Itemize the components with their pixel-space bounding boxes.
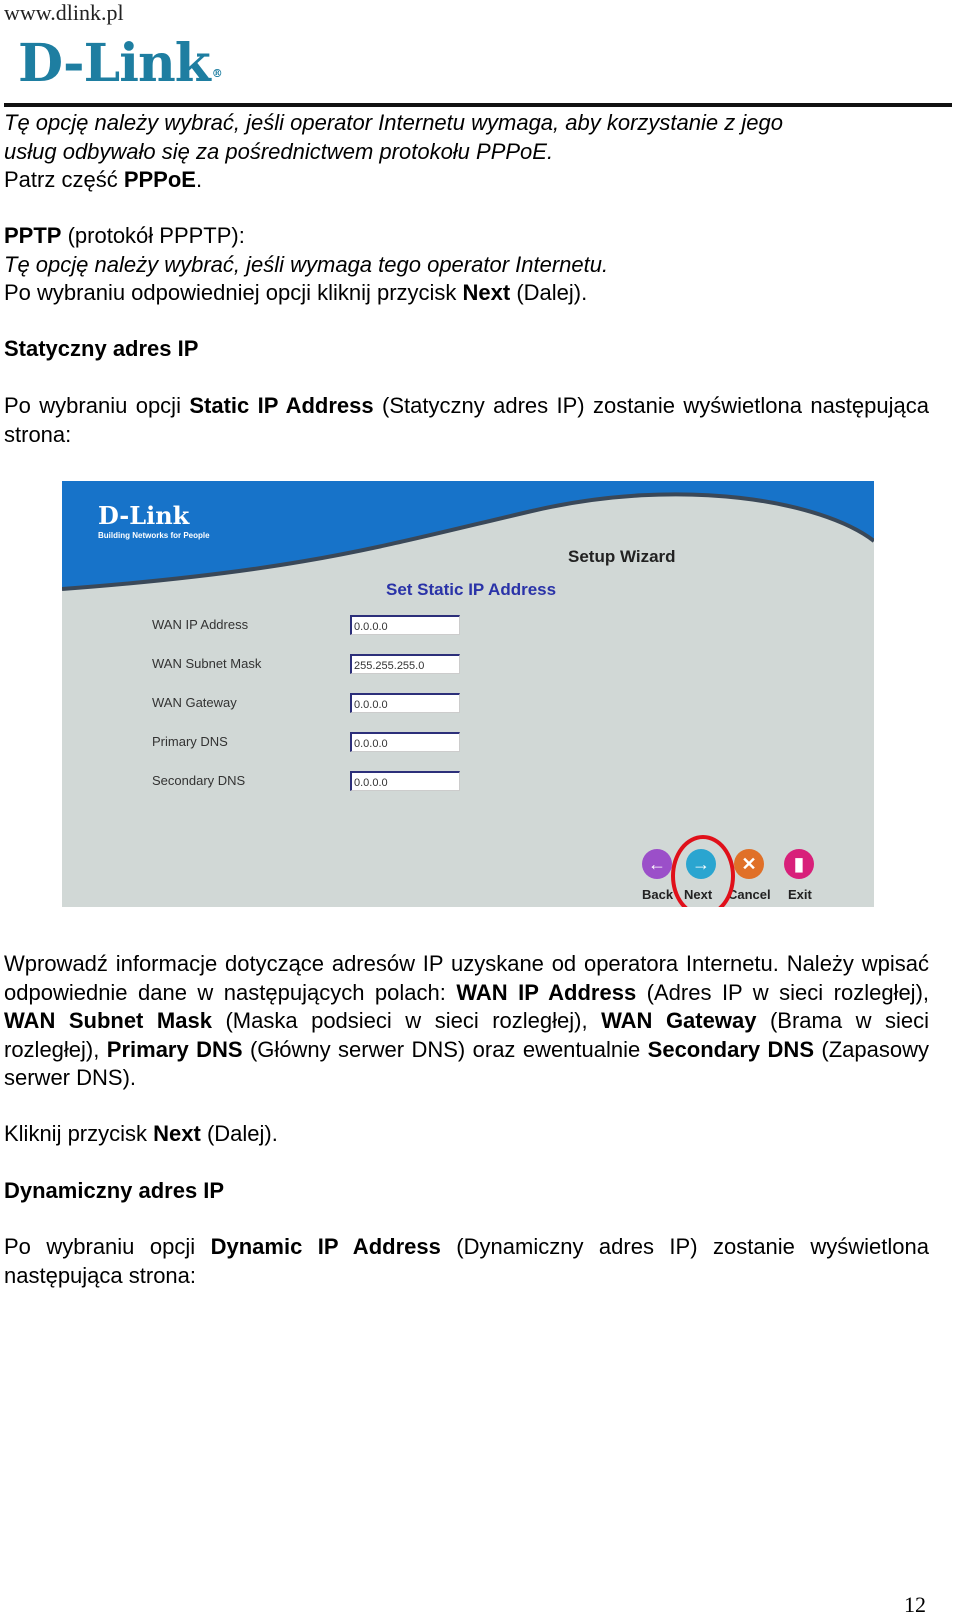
header-wave-graphic	[62, 481, 874, 591]
wan-subnet-input[interactable]: 255.255.255.0	[350, 654, 460, 674]
dynamic-ip-heading: Dynamiczny adres IP	[4, 1178, 225, 1203]
static-p1-c: (Statyczny adres IP) zostanie wyświetlon…	[373, 393, 802, 418]
see-bold: PPPoE	[123, 167, 196, 192]
click-a: Kliknij przycisk	[4, 1121, 154, 1146]
set-static-ip-title: Set Static IP Address	[386, 580, 557, 599]
static-ip-heading: Statyczny adres IP	[4, 336, 199, 361]
pppoe-description: Tę opcję należy wybrać, jeśli operator I…	[4, 109, 783, 166]
cancel-button[interactable]: ✕	[734, 849, 764, 879]
after-prefix: Po wybraniu odpowiedniej opcji kliknij p…	[4, 280, 463, 305]
logo-text: D-Link	[18, 33, 211, 94]
dynamic-ip-paragraph: Po wybraniu opcji Dynamic IP Address (Dy…	[4, 1233, 929, 1290]
primary-dns-input[interactable]: 0.0.0.0	[350, 732, 460, 752]
pppoe-desc-line1: Tę opcję należy wybrać, jeśli operator I…	[4, 110, 783, 135]
registered-mark: ®	[211, 67, 223, 80]
secondary-dns-label: Secondary DNS	[152, 773, 246, 788]
pptp-rest: (protokół PPPTP):	[61, 223, 245, 248]
wan-ip-input[interactable]: 0.0.0.0	[350, 615, 460, 635]
p2-k: Secondary DNS	[647, 1036, 814, 1062]
after-bold: Next	[462, 280, 511, 305]
wan-subnet-label: WAN Subnet Mask	[152, 656, 262, 671]
x-icon: ✕	[741, 854, 757, 874]
pptp-description: Tę opcję należy wybrać, jeśli wymaga teg…	[4, 252, 609, 277]
enter-ip-info-paragraph: Wprowadź informacje dotyczące adresów IP…	[4, 950, 929, 1093]
p2-d: (Adres IP w sieci rozległej),	[636, 979, 930, 1005]
click-b: Next	[153, 1121, 201, 1146]
see-pppoe-line: Patrz część PPPoE.	[4, 166, 202, 195]
p2-g: WAN Gateway	[601, 1008, 757, 1033]
secondary-dns-input[interactable]: 0.0.0.0	[350, 771, 460, 791]
door-icon: ▮	[794, 854, 804, 874]
arrow-left-icon: ←	[648, 854, 666, 874]
next-highlight-circle	[671, 835, 735, 907]
wan-gateway-input[interactable]: 0.0.0.0	[350, 693, 460, 713]
cancel-label: Cancel	[728, 887, 771, 902]
back-label: Back	[642, 887, 674, 902]
p2-c: WAN IP Address	[456, 979, 637, 1005]
static-p1-a: Po wybraniu opcji	[4, 393, 190, 418]
wan-ip-label: WAN IP Address	[152, 617, 249, 632]
setup-wizard-title: Setup Wizard	[568, 547, 676, 566]
router-setup-screenshot: D-Link Building Networks for People Setu…	[62, 481, 874, 907]
p2-e: WAN Subnet Mask	[4, 1008, 212, 1033]
header-url: www.dlink.pl	[4, 0, 124, 25]
page-number: 12	[904, 1592, 926, 1617]
exit-button[interactable]: ▮	[784, 849, 814, 879]
click-c: (Dalej).	[200, 1121, 278, 1146]
pptp-heading: PPTP (protokół PPPTP):	[4, 222, 245, 251]
dyn-p-b: Dynamic IP Address	[210, 1234, 441, 1259]
p2-i: Primary DNS	[106, 1036, 243, 1062]
router-tagline: Building Networks for People	[98, 531, 210, 540]
see-suffix: .	[195, 167, 203, 192]
exit-label: Exit	[788, 887, 812, 902]
after-select-instruction: Po wybraniu odpowiedniej opcji kliknij p…	[4, 279, 587, 308]
wan-gateway-label: WAN Gateway	[152, 695, 237, 710]
static-p1-b: Static IP Address	[189, 393, 374, 418]
p2-j: (Główny serwer DNS) oraz ewentualnie	[242, 1036, 648, 1062]
back-button[interactable]: ←	[642, 849, 672, 879]
header-divider	[4, 103, 952, 107]
static-ip-paragraph: Po wybraniu opcji Static IP Address (Sta…	[4, 392, 929, 449]
pptp-bold: PPTP	[4, 223, 62, 248]
p2-f: (Maska podsieci w sieci rozległej),	[211, 1008, 602, 1033]
see-prefix: Patrz część	[4, 167, 124, 192]
router-logo: D-Link	[98, 501, 190, 530]
dyn-p-a: Po wybraniu opcji	[4, 1234, 211, 1259]
p2-a: Wprowadź informacje dotyczące adresów IP…	[4, 951, 779, 976]
primary-dns-label: Primary DNS	[152, 734, 228, 749]
dlink-logo: D-Link ®	[18, 33, 223, 94]
click-next-instruction: Kliknij przycisk Next (Dalej).	[4, 1120, 278, 1149]
pppoe-desc-line2: usług odbywało się za pośrednictwem prot…	[4, 138, 554, 164]
after-suffix: (Dalej).	[510, 280, 588, 305]
